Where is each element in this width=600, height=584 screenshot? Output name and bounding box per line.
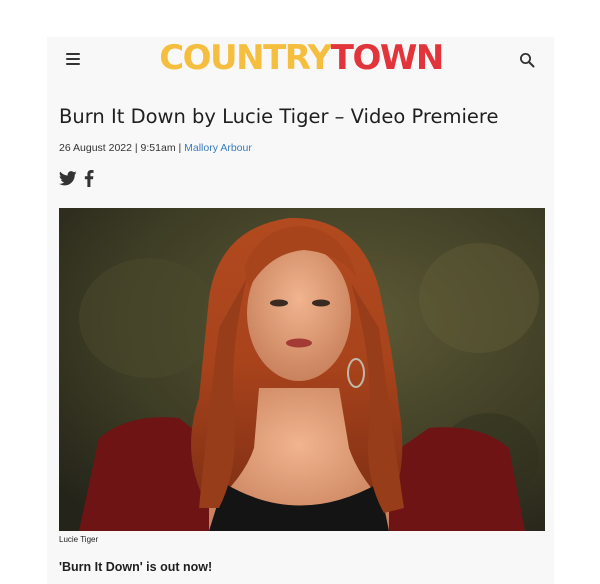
site-logo[interactable]: COUNTRYTOWN: [139, 39, 463, 77]
portrait-photo: [59, 208, 545, 531]
hamburger-menu-icon[interactable]: [66, 53, 80, 65]
author-link[interactable]: Mallory Arbour: [184, 142, 252, 154]
facebook-icon[interactable]: [84, 170, 94, 187]
twitter-icon[interactable]: [59, 171, 77, 186]
publish-date: 26 August 2022 | 9:51am |: [59, 142, 182, 154]
logo-country: COUNTRY: [159, 38, 332, 78]
article-page: COUNTRYTOWN Burn It Down by Lucie Tiger …: [47, 37, 554, 584]
article-byline: 26 August 2022 | 9:51am | Mallory Arbour: [59, 140, 252, 156]
article-title: Burn It Down by Lucie Tiger – Video Prem…: [59, 105, 499, 128]
logo-town: TOWN: [330, 38, 445, 78]
article-lead: 'Burn It Down' is out now!: [59, 560, 213, 574]
image-caption: Lucie Tiger: [59, 535, 99, 544]
article-hero-image[interactable]: [59, 208, 545, 531]
site-header: COUNTRYTOWN: [47, 37, 554, 82]
search-icon[interactable]: [519, 52, 535, 68]
